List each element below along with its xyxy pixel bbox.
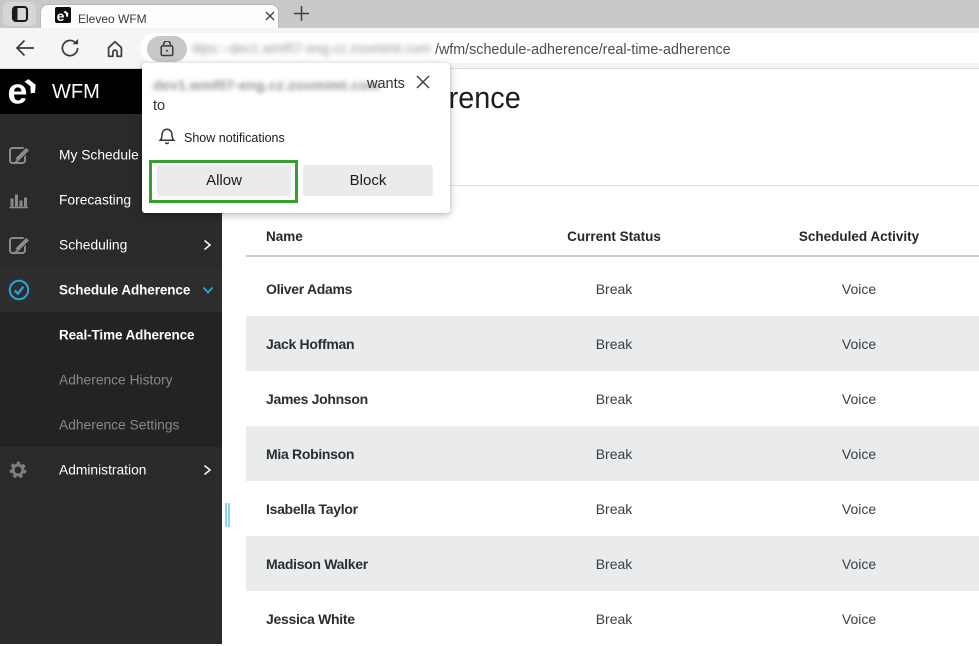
svg-text:e: e <box>8 71 28 112</box>
svg-text:e: e <box>57 8 65 23</box>
